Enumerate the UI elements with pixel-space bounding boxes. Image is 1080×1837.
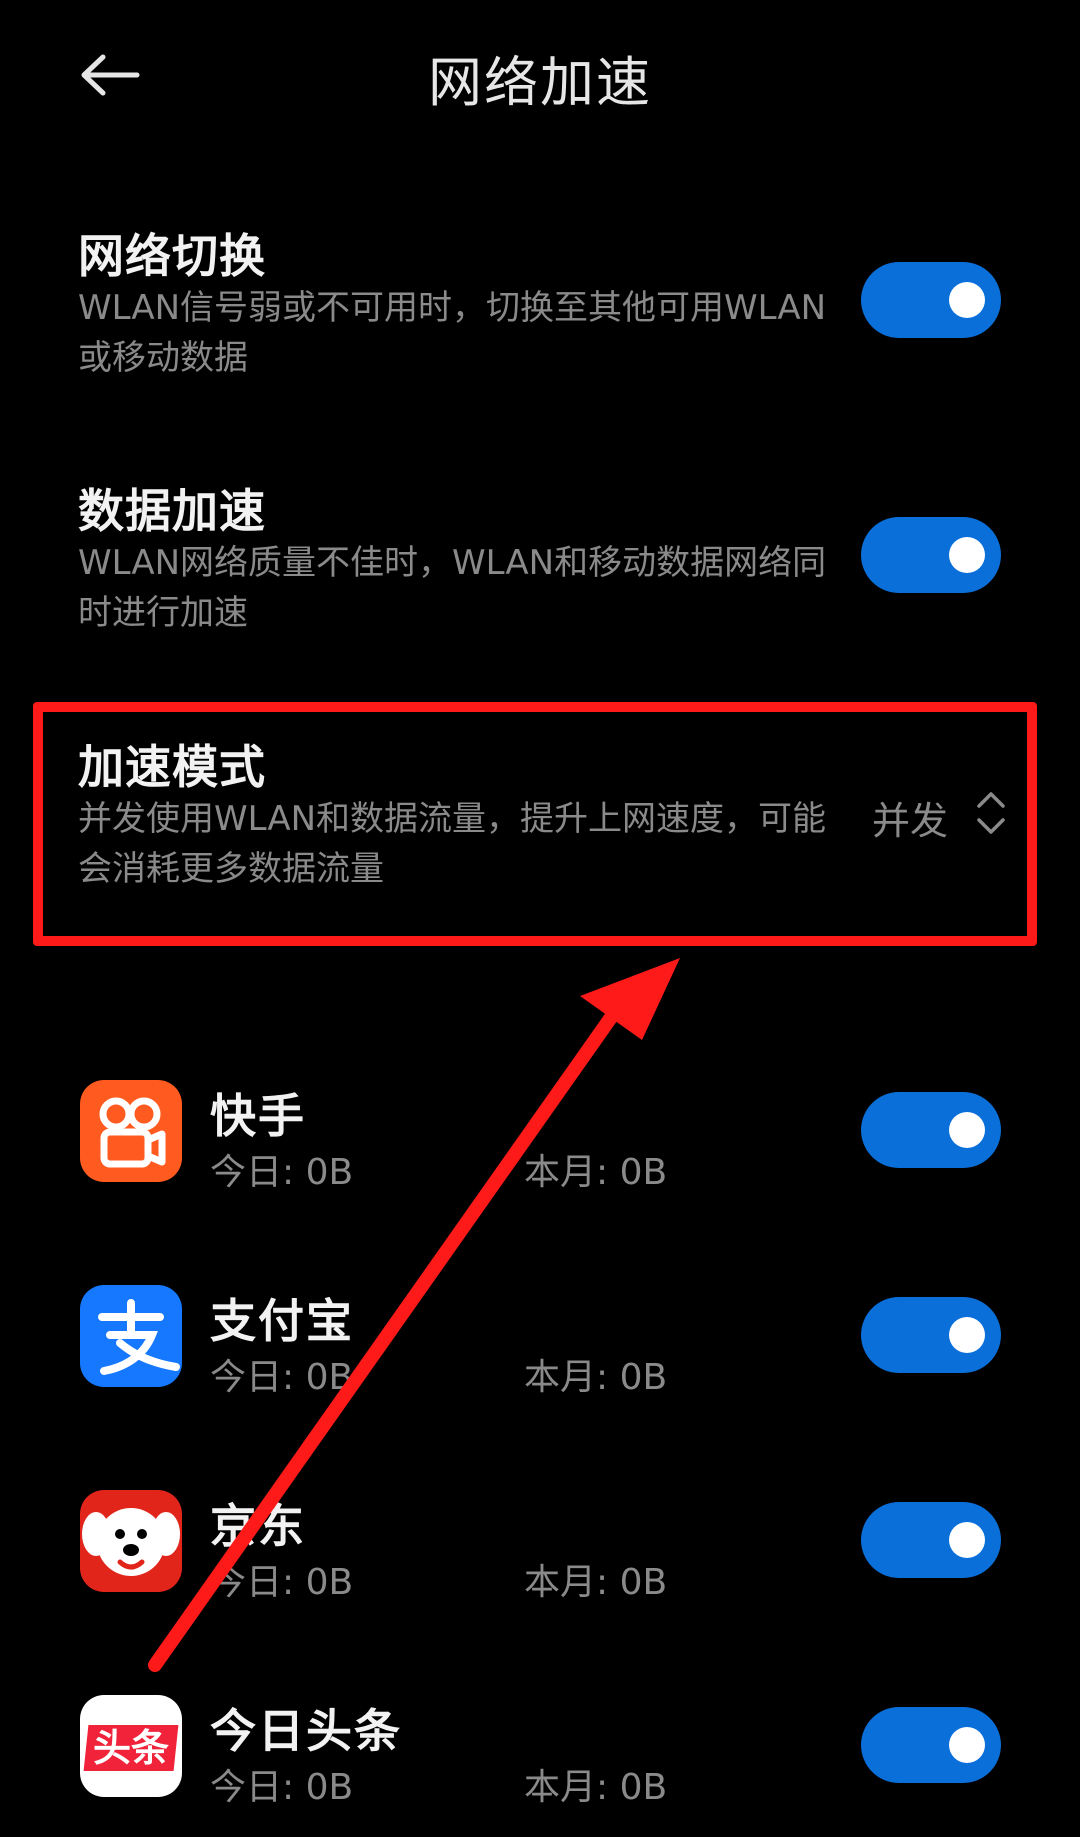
network-switch-toggle[interactable] xyxy=(861,262,1001,338)
app-name: 今日头条 xyxy=(210,1704,402,1758)
usage-month: 本月: 0B xyxy=(524,1152,668,1193)
toggle-knob xyxy=(949,1317,985,1353)
app-name: 快手 xyxy=(210,1089,306,1143)
usage-today: 今日: 0B xyxy=(210,1152,354,1193)
setting-data-acceleration-desc: WLAN网络质量不佳时，WLAN和移动数据网络同时进行加速 xyxy=(78,543,827,633)
toutiao-icon-text: 头条 xyxy=(92,1726,169,1770)
toggle-knob xyxy=(949,1112,985,1148)
setting-network-switch-desc: WLAN信号弱或不可用时，切换至其他可用WLAN或移动数据 xyxy=(78,288,827,378)
toutiao-icon: 头条 xyxy=(80,1695,182,1797)
app-name: 京东 xyxy=(210,1499,306,1553)
usage-today: 今日: 0B xyxy=(210,1357,354,1398)
data-acceleration-toggle[interactable] xyxy=(861,517,1001,593)
kuaishou-icon xyxy=(80,1080,182,1182)
app-name: 支付宝 xyxy=(210,1294,354,1348)
jd-icon xyxy=(80,1490,182,1592)
toggle-knob xyxy=(949,537,985,573)
page-title: 网络加速 xyxy=(428,51,652,114)
setting-network-switch-title: 网络切换 xyxy=(78,229,266,283)
highlight-annotation-box xyxy=(33,702,1037,946)
alipay-toggle[interactable] xyxy=(861,1297,1001,1373)
toutiao-toggle[interactable] xyxy=(861,1707,1001,1783)
toggle-knob xyxy=(949,1727,985,1763)
kuaishou-toggle[interactable] xyxy=(861,1092,1001,1168)
toggle-knob xyxy=(949,282,985,318)
header: 网络加速 xyxy=(0,0,1080,150)
usage-month: 本月: 0B xyxy=(524,1767,668,1808)
toggle-knob xyxy=(949,1522,985,1558)
usage-today: 今日: 0B xyxy=(210,1562,354,1603)
setting-data-acceleration-title: 数据加速 xyxy=(78,484,266,538)
alipay-icon xyxy=(80,1285,182,1387)
usage-month: 本月: 0B xyxy=(524,1562,668,1603)
usage-month: 本月: 0B xyxy=(524,1357,668,1398)
jd-toggle[interactable] xyxy=(861,1502,1001,1578)
usage-today: 今日: 0B xyxy=(210,1767,354,1808)
